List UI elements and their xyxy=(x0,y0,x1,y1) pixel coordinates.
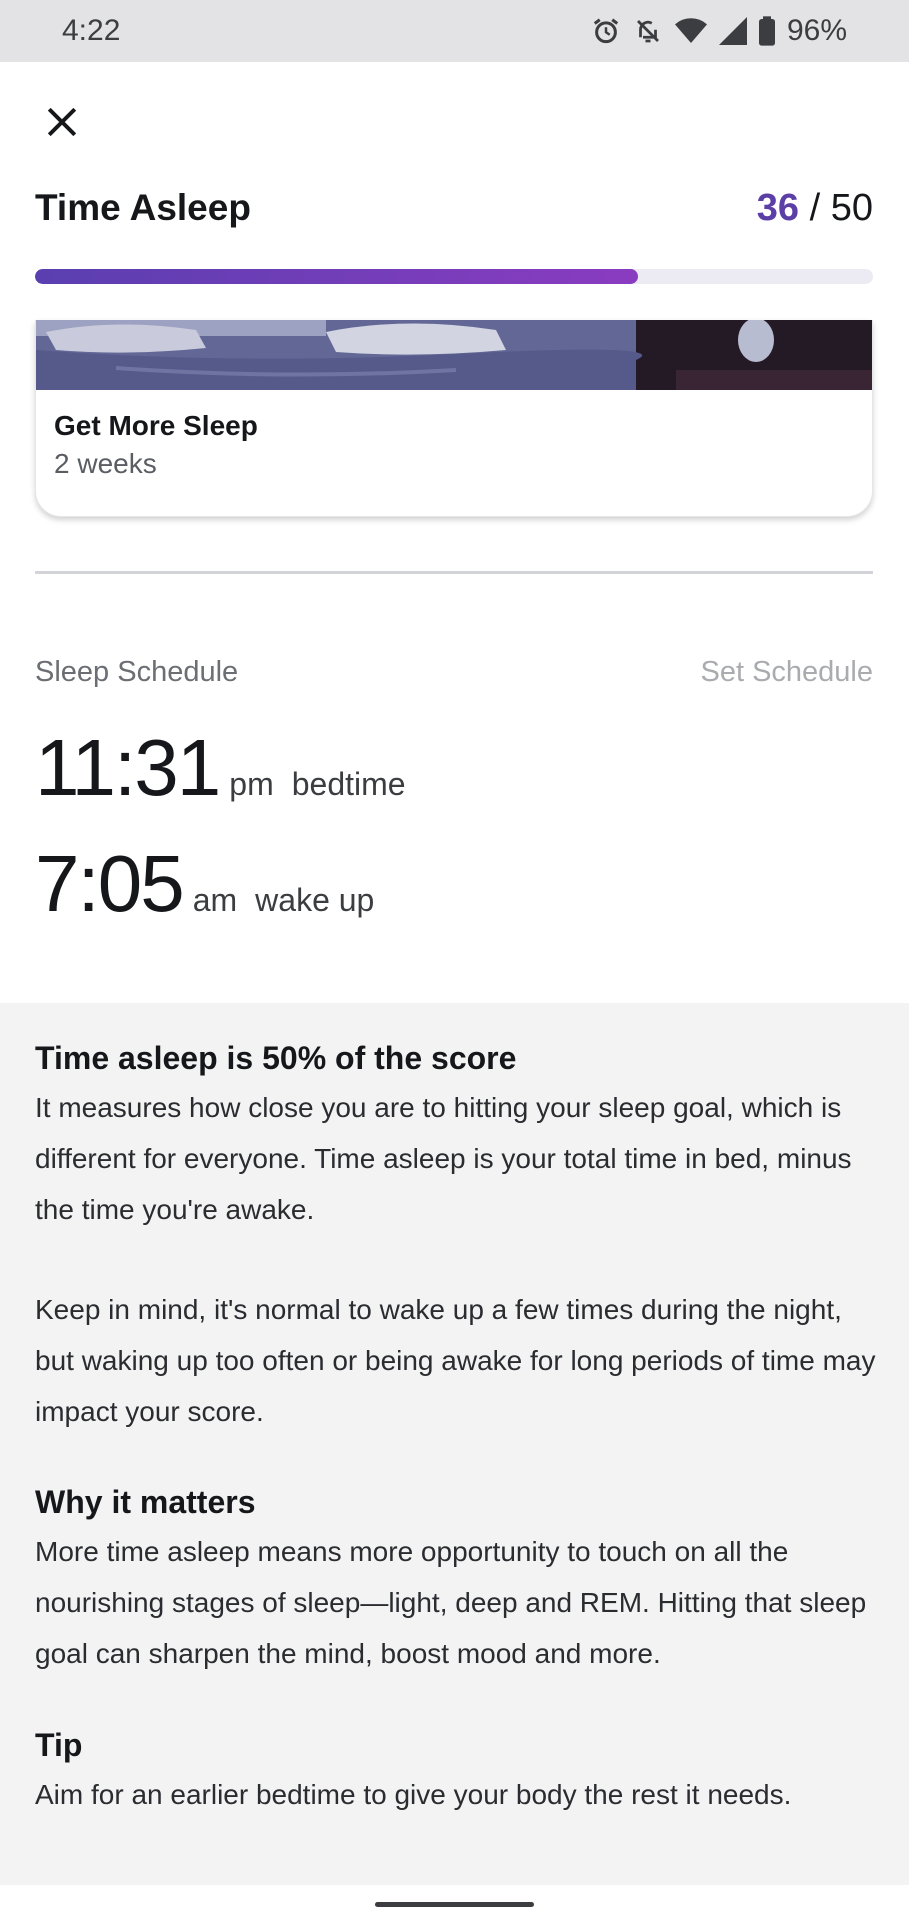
score-value: 36 xyxy=(756,187,800,229)
score-max: 50 xyxy=(830,187,873,229)
close-icon xyxy=(47,107,77,137)
score-progress-bar xyxy=(35,269,873,284)
info-section: Time asleep is 50% of the score It measu… xyxy=(0,1003,909,1885)
page-title: Time Asleep xyxy=(35,187,251,228)
program-card-title: Get More Sleep xyxy=(54,410,258,441)
bedtime-time: 11:31 xyxy=(35,723,221,812)
alarm-icon xyxy=(591,16,621,46)
score-separator: / xyxy=(799,187,831,229)
program-card[interactable]: Get More Sleep 2 weeks xyxy=(35,320,873,517)
program-card-image xyxy=(36,320,872,390)
info-heading-tip: Tip xyxy=(35,1727,83,1763)
bell-off-icon xyxy=(633,16,663,46)
wakeup-label: wake up xyxy=(255,882,375,918)
status-icons: 96% xyxy=(591,14,847,48)
info-paragraph-measure: It measures how close you are to hitting… xyxy=(35,1092,852,1225)
battery-icon xyxy=(758,16,775,46)
program-card-duration: 2 weeks xyxy=(54,448,157,479)
wakeup-row: 7:05 am wake up xyxy=(35,838,374,930)
set-schedule-button[interactable]: Set Schedule xyxy=(700,656,873,689)
status-time: 4:22 xyxy=(62,14,121,47)
info-paragraph-keep-in-mind: Keep in mind, it's normal to wake up a f… xyxy=(35,1294,876,1427)
signal-icon xyxy=(718,16,747,46)
sleep-schedule-label: Sleep Schedule xyxy=(35,656,239,688)
bedtime-label: bedtime xyxy=(291,766,406,802)
section-divider xyxy=(35,571,873,574)
score-progress-fill xyxy=(35,269,639,284)
info-paragraph-tip: Aim for an earlier bedtime to give your … xyxy=(35,1779,792,1810)
wifi-icon xyxy=(674,16,707,46)
info-paragraph-why: More time asleep means more opportunity … xyxy=(35,1536,867,1669)
info-heading-why: Why it matters xyxy=(35,1484,256,1520)
bedtime-ampm: pm xyxy=(229,766,274,802)
score: 36 / 50 xyxy=(757,187,873,230)
status-bar: 4:22 96% xyxy=(0,0,909,62)
wakeup-ampm: am xyxy=(192,882,238,918)
home-indicator[interactable] xyxy=(375,1902,534,1907)
info-heading-score: Time asleep is 50% of the score xyxy=(35,1040,517,1076)
wakeup-time: 7:05 xyxy=(35,839,185,928)
bedtime-row: 11:31 pm bedtime xyxy=(35,722,406,814)
battery-percent: 96% xyxy=(786,14,847,47)
close-button[interactable] xyxy=(40,100,84,144)
